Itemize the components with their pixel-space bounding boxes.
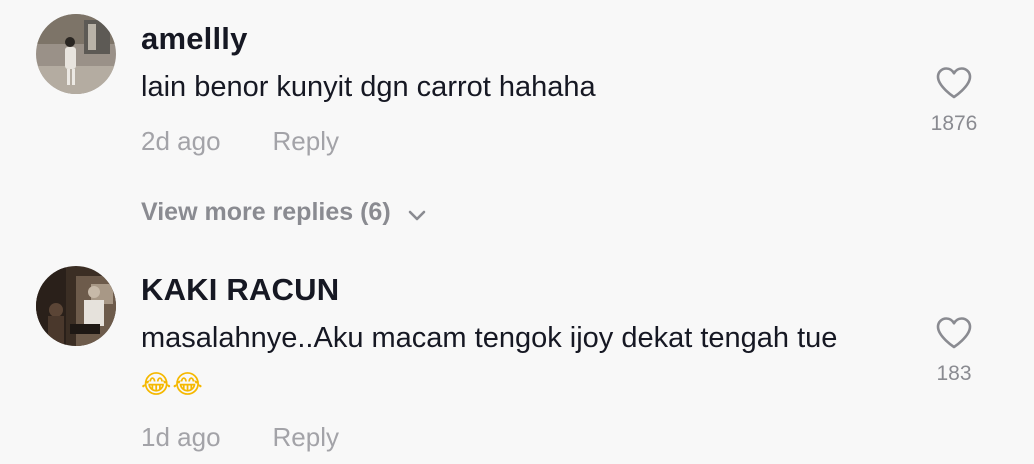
comment-text-body: masalahnye..Aku macam tengok ijoy dekat … (141, 322, 838, 354)
view-more-replies-button[interactable]: View more replies (6) (141, 198, 427, 227)
avatar-image (36, 14, 116, 94)
like-count: 1876 (930, 112, 978, 135)
tears-of-joy-emoji: 😂😂 (141, 370, 204, 400)
avatar[interactable] (36, 14, 116, 94)
comment-text: lain benor kunyit dgn carrot hahaha (141, 71, 596, 103)
chevron-down-icon (408, 210, 425, 221)
comment-text: masalahnye..Aku macam tengok ijoy dekat … (141, 315, 881, 409)
comment-meta: 1d ago Reply (141, 422, 339, 453)
comment-item: amellly lain benor kunyit dgn carrot hah… (0, 0, 1034, 250)
reply-button[interactable]: Reply (273, 126, 339, 156)
comment-thread: amellly lain benor kunyit dgn carrot hah… (0, 0, 1034, 464)
comment-username[interactable]: amellly (141, 21, 248, 57)
avatar[interactable] (36, 266, 116, 346)
comment-username[interactable]: KAKI RACUN (141, 272, 339, 308)
heart-outline-icon[interactable] (935, 66, 973, 100)
comment-meta: 2d ago Reply (141, 126, 339, 157)
like-control: 1876 (918, 66, 990, 136)
like-count: 183 (936, 362, 972, 385)
view-more-replies-label: View more replies (6) (141, 198, 391, 226)
comment-item: KAKI RACUN masalahnye..Aku macam tengok … (0, 252, 1034, 464)
comment-timestamp: 2d ago (141, 126, 221, 156)
comment-timestamp: 1d ago (141, 422, 221, 452)
reply-button[interactable]: Reply (273, 422, 339, 452)
like-control: 183 (918, 316, 990, 386)
avatar-image (36, 266, 116, 346)
heart-outline-icon[interactable] (935, 316, 973, 350)
